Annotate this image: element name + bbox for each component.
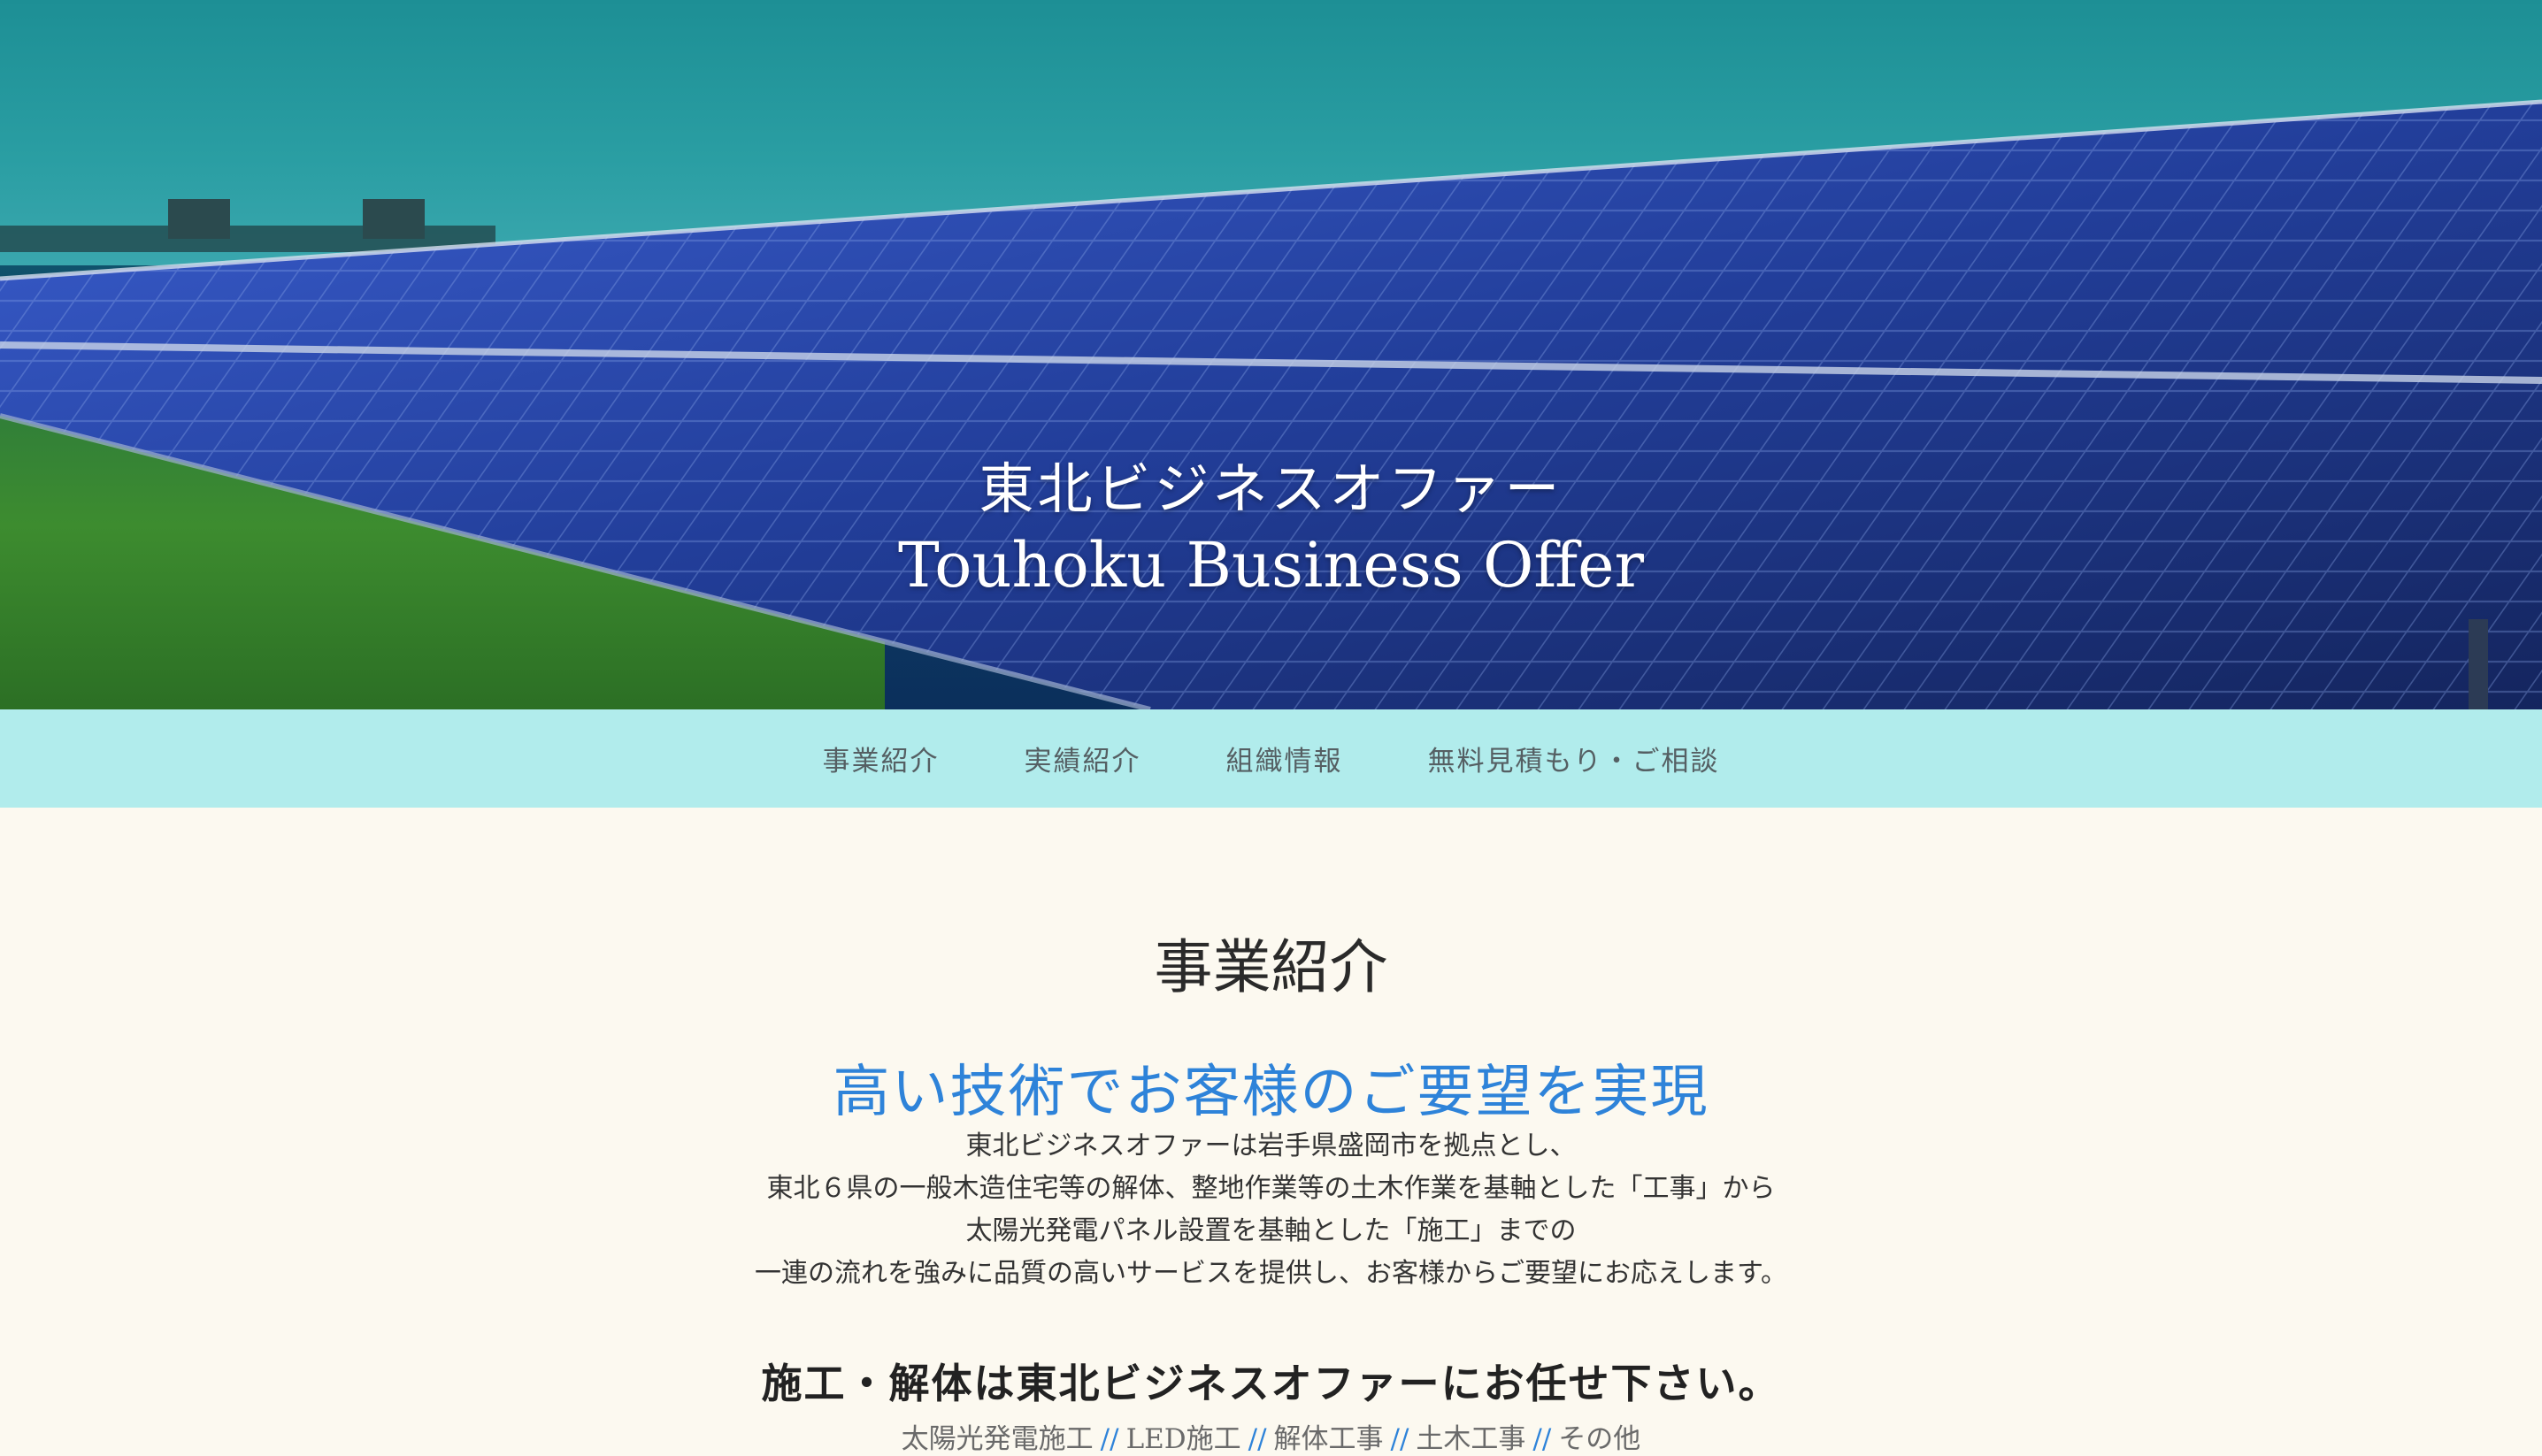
tagline: 高い技術でお客様のご要望を実現 [833, 1060, 1709, 1125]
service-item: その他 [1558, 1423, 1641, 1455]
nav-item-business[interactable]: 事業紹介 [823, 739, 940, 778]
main-nav: 事業紹介 実績紹介 組織情報 無料見積もり・ご相談 [0, 709, 2542, 808]
separator: // [1248, 1423, 1267, 1455]
hero-banner: 東北ビジネスオファー Touhoku Business Offer [0, 0, 2542, 709]
separator: // [1390, 1423, 1409, 1455]
nav-item-free-estimate[interactable]: 無料見積もり・ご相談 [1428, 739, 1720, 778]
intro-line: 一連の流れを強みに品質の高いサービスを提供し、お客様からご要望にお応えします。 [755, 1258, 1787, 1289]
intro-line: 東北ビジネスオファーは岩手県盛岡市を拠点とし、 [965, 1130, 1577, 1161]
section-title: 事業紹介 [1154, 933, 1388, 1001]
separator: // [1100, 1423, 1119, 1455]
separator: // [1532, 1423, 1552, 1455]
nav-item-results[interactable]: 実績紹介 [1025, 739, 1141, 778]
intro-line: 太陽光発電パネル設置を基軸とした「施工」までの [965, 1215, 1577, 1246]
nav-item-organization[interactable]: 組織情報 [1226, 739, 1343, 778]
solar-panel-image [0, 99, 2542, 709]
subheading: 施工・解体は東北ビジネスオファーにお任せ下さい。 [761, 1360, 1781, 1407]
intro-text: 東北ビジネスオファーは岩手県盛岡市を拠点とし、 東北６県の一般木造住宅等の解体、… [0, 1125, 2542, 1295]
service-item: 太陽光発電施工 [901, 1423, 1094, 1455]
service-item: 土木工事 [1416, 1423, 1526, 1455]
services-list: 太陽光発電施工//LED施工//解体工事//土木工事//その他 [0, 1416, 2542, 1456]
site-title-en: Touhoku Business Offer [898, 529, 1644, 602]
intro-line: 東北６県の一般木造住宅等の解体、整地作業等の土木作業を基軸とした「工事」から [766, 1173, 1776, 1204]
service-item: 解体工事 [1273, 1423, 1384, 1455]
site-title-jp: 東北ビジネスオファー [979, 456, 1563, 521]
service-item: LED施工 [1125, 1423, 1241, 1455]
